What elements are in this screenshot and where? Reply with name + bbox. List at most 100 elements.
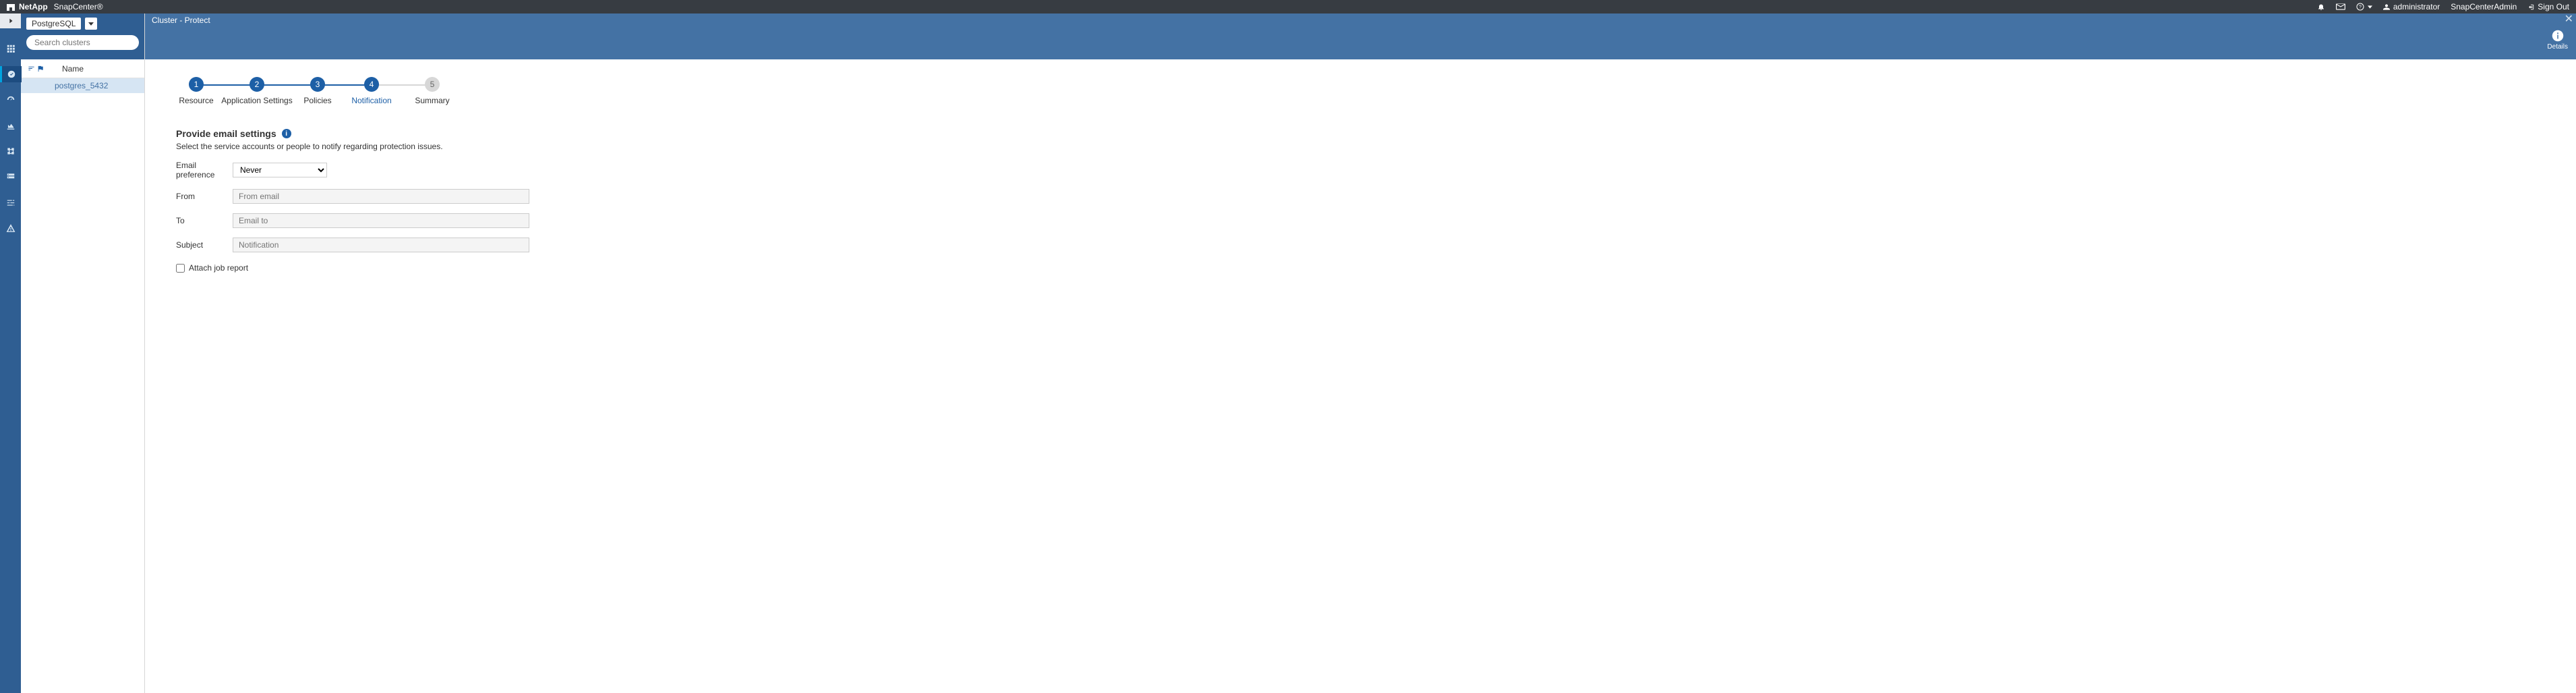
sort-buttons[interactable] <box>28 65 45 72</box>
row-to: To <box>176 213 554 228</box>
svg-text:?: ? <box>2359 5 2362 10</box>
sign-out-icon <box>2527 3 2534 11</box>
wizard-label: Policies <box>303 96 331 105</box>
info-icon[interactable]: i <box>282 129 291 138</box>
content: 1 Resource 2 Application Settings 3 Poli… <box>145 59 2576 273</box>
sort-icon <box>28 65 35 72</box>
wizard-step-appsettings[interactable]: 2 Application Settings <box>216 77 297 105</box>
attach-report-checkbox[interactable] <box>176 264 185 273</box>
chart-icon <box>6 121 16 130</box>
nav-hosts[interactable] <box>0 143 22 159</box>
role-label[interactable]: SnapCenterAdmin <box>2451 2 2517 11</box>
chevron-right-icon <box>7 18 14 24</box>
brand-product: SnapCenter® <box>54 2 103 11</box>
storage-icon <box>6 172 16 182</box>
cluster-row-label: postgres_5432 <box>55 81 108 90</box>
form-subtitle: Select the service accounts or people to… <box>176 142 554 151</box>
expand-nav-button[interactable] <box>0 13 21 28</box>
top-bar: NetApp SnapCenter® ? administrator SnapC… <box>0 0 2576 13</box>
mail-icon <box>2336 3 2345 10</box>
details-button[interactable]: Details <box>2547 30 2568 51</box>
sign-out-button[interactable]: Sign Out <box>2527 2 2569 11</box>
brand: NetApp SnapCenter® <box>7 2 103 11</box>
label-to: To <box>176 216 233 225</box>
nav-reports[interactable] <box>0 117 22 134</box>
nav-dashboard[interactable] <box>0 40 22 57</box>
nav-rail <box>0 13 21 693</box>
flag-icon <box>36 65 45 72</box>
details-label: Details <box>2547 43 2568 51</box>
wizard-label: Application Settings <box>221 96 292 105</box>
attach-report-label: Attach job report <box>189 263 248 273</box>
label-subject: Subject <box>176 240 233 250</box>
to-input[interactable] <box>233 213 529 228</box>
nav-resources[interactable] <box>0 66 22 82</box>
left-panel-columns: Name <box>21 59 144 78</box>
column-name: Name <box>62 64 84 74</box>
form-title: Provide email settings <box>176 128 276 139</box>
messages-button[interactable] <box>2336 3 2345 10</box>
search-clusters-input[interactable] <box>26 35 139 50</box>
brand-company: NetApp <box>19 2 48 11</box>
shield-check-icon <box>7 70 16 79</box>
subject-input[interactable] <box>233 238 529 252</box>
email-settings-form: Provide email settings i Select the serv… <box>176 128 554 273</box>
nav-settings[interactable] <box>0 194 22 211</box>
attach-report-row[interactable]: Attach job report <box>176 263 554 273</box>
info-bar: Details <box>145 27 2576 59</box>
caret-down-icon <box>2368 5 2372 9</box>
wizard-step-resource[interactable]: 1 Resource <box>176 77 216 105</box>
wizard-bubble: 4 <box>364 77 379 92</box>
from-input[interactable] <box>233 189 529 204</box>
user-icon <box>2383 3 2390 11</box>
wizard-connector <box>372 84 432 86</box>
label-from: From <box>176 192 233 201</box>
wizard-bubble: 3 <box>310 77 325 92</box>
label-email-pref: Email preference <box>176 161 233 179</box>
wizard-connector <box>257 84 318 86</box>
nav-monitor[interactable] <box>0 92 22 108</box>
nav-storage[interactable] <box>0 169 22 185</box>
wizard-step-summary[interactable]: 5 Summary <box>405 77 459 105</box>
wizard-connector <box>318 84 372 86</box>
user-menu[interactable]: administrator <box>2383 2 2440 11</box>
wizard-step-policies[interactable]: 3 Policies <box>297 77 338 105</box>
alert-icon <box>6 223 16 233</box>
bell-icon <box>2317 3 2325 11</box>
plugin-selector: PostgreSQL <box>26 18 139 30</box>
wizard-bubble: 5 <box>425 77 440 92</box>
notifications-button[interactable] <box>2317 3 2325 11</box>
wizard: 1 Resource 2 Application Settings 3 Poli… <box>176 77 2576 105</box>
form-title-row: Provide email settings i <box>176 128 554 139</box>
sliders-icon <box>6 198 16 207</box>
left-panel-header: PostgreSQL <box>21 13 144 59</box>
info-icon <box>2552 30 2564 42</box>
help-icon: ? <box>2356 3 2364 11</box>
wizard-label: Summary <box>415 96 449 105</box>
close-button[interactable]: ✕ <box>2565 13 2573 26</box>
wizard-step-notification[interactable]: 4 Notification <box>338 77 405 105</box>
user-label: administrator <box>2393 2 2440 11</box>
row-from: From <box>176 189 554 204</box>
email-pref-select[interactable]: Never <box>233 163 327 177</box>
hosts-icon <box>6 146 16 156</box>
row-subject: Subject <box>176 238 554 252</box>
wizard-bubble: 2 <box>250 77 264 92</box>
caret-down-icon <box>88 22 94 26</box>
wizard-label: Notification <box>351 96 391 105</box>
main: Cluster - Protect ✕ Details 1 Resource 2 <box>145 13 2576 693</box>
topbar-right: ? administrator SnapCenterAdmin Sign Out <box>2317 2 2569 11</box>
help-menu[interactable]: ? <box>2356 3 2372 11</box>
breadcrumb-bar: Cluster - Protect ✕ <box>145 13 2576 27</box>
wizard-connector <box>196 84 257 86</box>
netapp-logo-icon <box>7 3 15 10</box>
left-panel: PostgreSQL Name postgres_5432 <box>21 13 145 693</box>
gauge-icon <box>6 95 16 105</box>
cluster-row[interactable]: postgres_5432 <box>21 78 144 93</box>
plugin-dropdown-button[interactable] <box>85 18 97 30</box>
nav-alerts[interactable] <box>0 220 22 236</box>
row-email-pref: Email preference Never <box>176 161 554 179</box>
plugin-label: PostgreSQL <box>26 18 81 30</box>
grid-icon <box>6 44 16 53</box>
wizard-bubble: 1 <box>189 77 204 92</box>
